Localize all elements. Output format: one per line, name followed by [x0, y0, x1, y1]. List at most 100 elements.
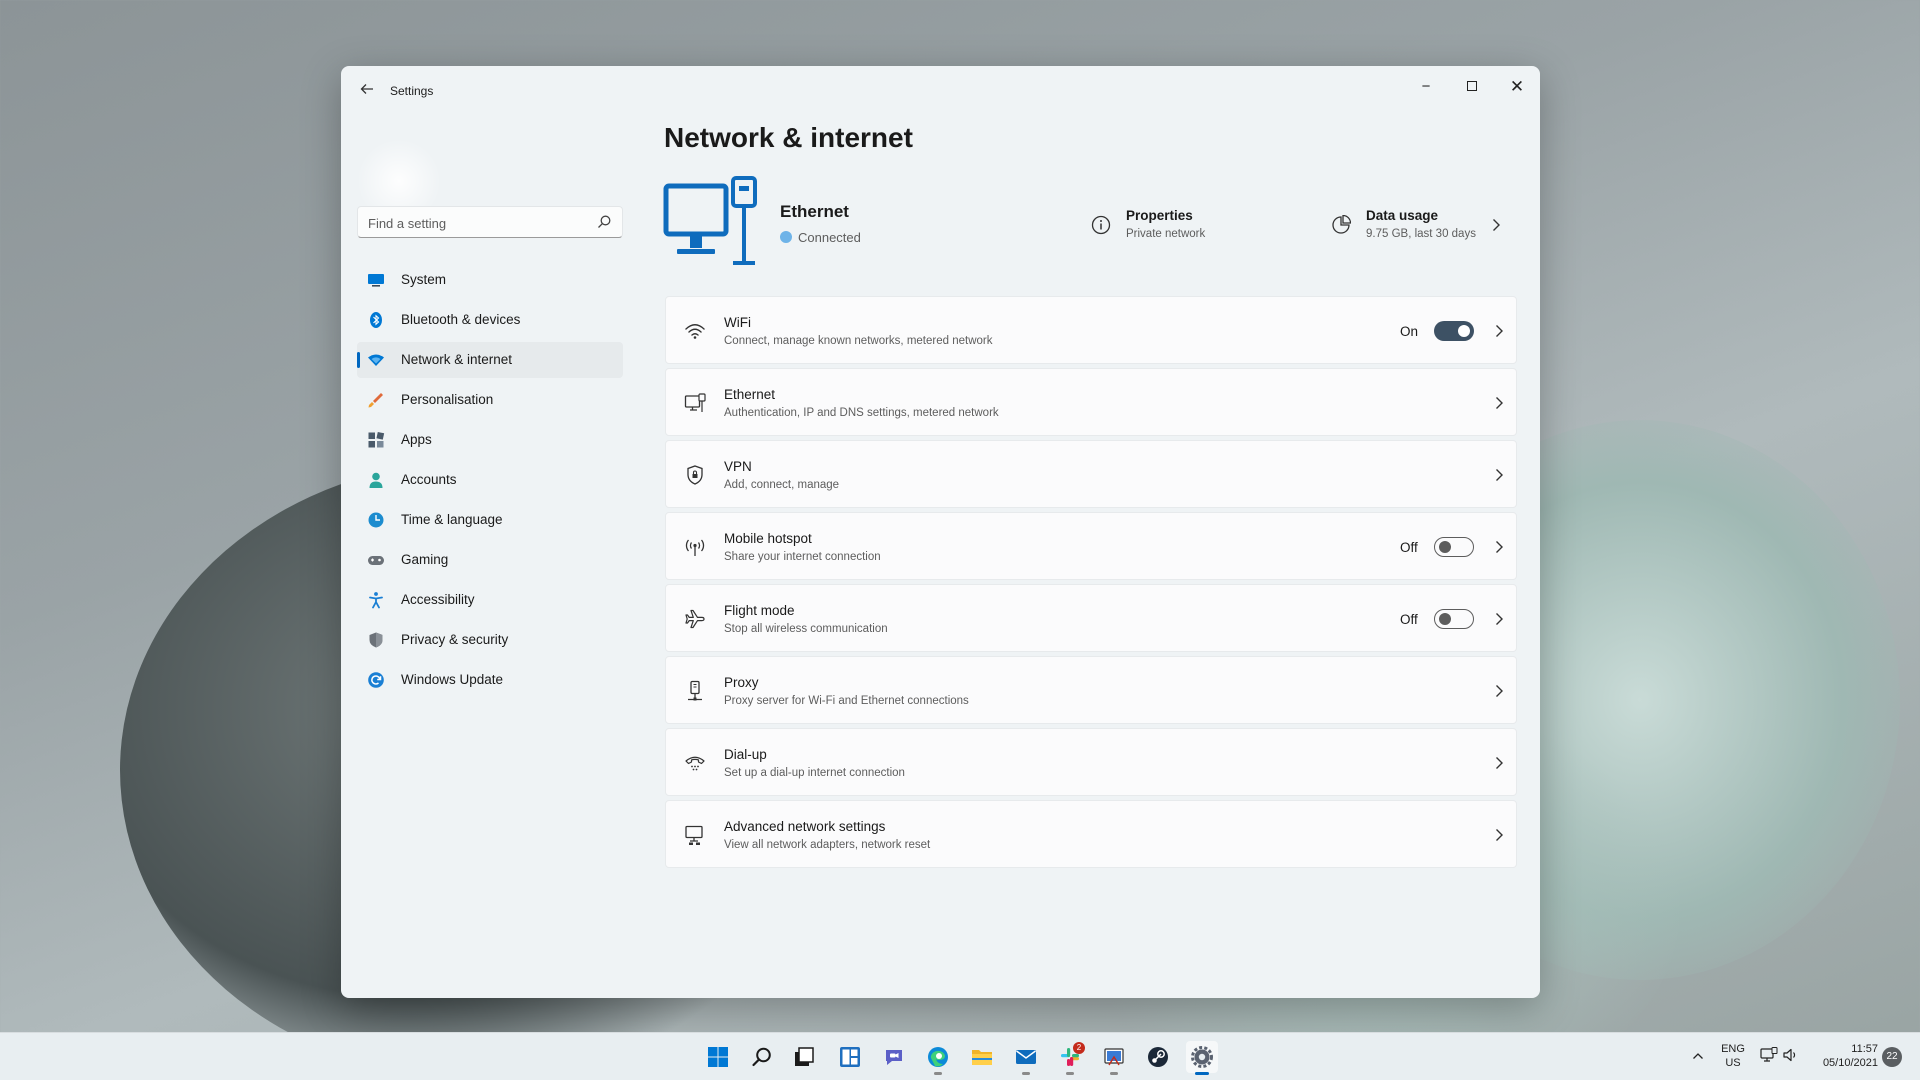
connection-status: Connected	[780, 230, 861, 245]
selection-indicator	[357, 352, 360, 368]
wifi-icon	[685, 324, 705, 339]
search-field[interactable]	[357, 206, 623, 238]
taskbar-task-view[interactable]	[788, 1041, 820, 1073]
globe-icon	[780, 231, 792, 243]
gamepad-icon	[368, 556, 384, 565]
input-language[interactable]: ENG US	[1718, 1042, 1748, 1070]
data-usage-title: Data usage	[1366, 208, 1439, 223]
wifi-card[interactable]: WiFi Connect, manage known networks, met…	[665, 296, 1517, 364]
card-title: WiFi	[724, 315, 751, 330]
chevron-right-icon	[1496, 613, 1503, 625]
sidebar-item-time-language[interactable]: Time & language	[357, 502, 623, 538]
flight-mode-toggle[interactable]	[1434, 609, 1474, 629]
sidebar-item-personalisation[interactable]: Personalisation	[357, 382, 623, 418]
chevron-right-icon	[1496, 829, 1503, 841]
sidebar-item-system[interactable]: System	[357, 262, 623, 298]
network-tray-icon[interactable]	[1760, 1046, 1778, 1064]
settings-icon	[1191, 1046, 1213, 1068]
taskbar-settings[interactable]	[1186, 1041, 1218, 1075]
taskbar-slack[interactable]: 2	[1054, 1041, 1086, 1075]
close-icon: ✕	[1509, 77, 1525, 96]
properties-subtitle: Private network	[1126, 228, 1206, 240]
app-title: Settings	[390, 84, 434, 98]
mobile-hotspot-toggle[interactable]	[1434, 537, 1474, 557]
chevron-right-icon	[1496, 685, 1503, 697]
card-subtitle: Authentication, IP and DNS settings, met…	[724, 407, 999, 419]
properties-link[interactable]: Properties Private network	[1091, 206, 1251, 246]
chevron-right-icon	[1496, 757, 1503, 769]
taskbar-teams-chat[interactable]	[878, 1041, 910, 1073]
chevron-right-icon	[1493, 219, 1500, 231]
ethernet-card[interactable]: Ethernet Authentication, IP and DNS sett…	[665, 368, 1517, 436]
bluetooth-icon	[370, 312, 382, 328]
airplane-icon	[685, 609, 705, 629]
sidebar-item-accounts[interactable]: Accounts	[357, 462, 623, 498]
sidebar-item-apps[interactable]: Apps	[357, 422, 623, 458]
taskbar-snipping-tool[interactable]	[1098, 1041, 1130, 1075]
flight-mode-card[interactable]: Flight mode Stop all wireless communicat…	[665, 584, 1517, 652]
notification-badge: 2	[1073, 1042, 1085, 1054]
card-subtitle: Set up a dial-up internet connection	[724, 767, 905, 779]
chevron-right-icon	[1496, 397, 1503, 409]
sidebar-item-label: Privacy & security	[401, 632, 509, 647]
sidebar-item-label: Bluetooth & devices	[401, 312, 521, 327]
clock[interactable]: 11:57 05/10/2021	[1812, 1042, 1878, 1070]
brush-icon	[368, 393, 383, 408]
card-title: VPN	[724, 459, 752, 474]
mobile-hotspot-card[interactable]: Mobile hotspot Share your internet conne…	[665, 512, 1517, 580]
sidebar-item-windows-update[interactable]: Windows Update	[357, 662, 623, 698]
card-subtitle: View all network adapters, network reset	[724, 839, 931, 851]
sidebar-item-accessibility[interactable]: Accessibility	[357, 582, 623, 618]
vpn-card[interactable]: VPN Add, connect, manage	[665, 440, 1517, 508]
settings-window: Settings − ✕ System Bluetooth & devices …	[341, 66, 1540, 998]
taskbar-widgets[interactable]	[834, 1041, 866, 1073]
hotspot-icon	[685, 539, 705, 556]
active-indicator	[1195, 1072, 1209, 1075]
properties-title: Properties	[1126, 208, 1193, 223]
running-indicator	[1110, 1072, 1118, 1075]
monitor-icon	[368, 274, 384, 287]
minimize-button[interactable]: −	[1407, 74, 1445, 100]
back-button[interactable]	[355, 78, 379, 100]
proxy-card[interactable]: Proxy Proxy server for Wi-Fi and Etherne…	[665, 656, 1517, 724]
search-input[interactable]	[368, 213, 578, 233]
data-usage-icon	[1332, 215, 1351, 234]
taskbar-steam[interactable]	[1142, 1041, 1174, 1073]
page-title: Network & internet	[664, 122, 913, 153]
close-button[interactable]: ✕	[1498, 74, 1536, 100]
sidebar-item-network[interactable]: Network & internet	[357, 342, 623, 378]
running-indicator	[1066, 1072, 1074, 1075]
search-icon	[752, 1047, 771, 1067]
taskbar-start[interactable]	[702, 1041, 734, 1073]
card-subtitle: Stop all wireless communication	[724, 623, 888, 635]
dial-up-card[interactable]: Dial-up Set up a dial-up internet connec…	[665, 728, 1517, 796]
task-view-icon	[795, 1047, 814, 1066]
card-subtitle: Share your internet connection	[724, 551, 881, 563]
taskbar-mail[interactable]	[1010, 1041, 1042, 1075]
running-indicator	[1022, 1072, 1030, 1075]
show-hidden-icons-button[interactable]	[1688, 1045, 1708, 1067]
sidebar-item-label: Gaming	[401, 552, 449, 567]
data-usage-link[interactable]: Data usage 9.75 GB, last 30 days	[1331, 206, 1511, 246]
settings-list: WiFi Connect, manage known networks, met…	[665, 296, 1517, 872]
wifi-toggle[interactable]	[1434, 321, 1474, 341]
sidebar-item-label: Accounts	[401, 472, 457, 487]
sidebar-item-bluetooth[interactable]: Bluetooth & devices	[357, 302, 623, 338]
widgets-icon	[840, 1047, 860, 1067]
sidebar-item-label: System	[401, 272, 447, 287]
notification-center-badge[interactable]: 22	[1882, 1047, 1902, 1067]
maximize-button[interactable]	[1453, 74, 1491, 100]
back-arrow-icon	[360, 84, 373, 94]
sidebar-item-gaming[interactable]: Gaming	[357, 542, 623, 578]
sidebar-item-privacy-security[interactable]: Privacy & security	[357, 622, 623, 658]
taskbar-file-explorer[interactable]	[966, 1041, 998, 1073]
search-icon[interactable]	[596, 214, 612, 230]
volume-icon[interactable]	[1782, 1046, 1800, 1064]
running-indicator	[934, 1072, 942, 1075]
apps-icon	[368, 431, 385, 448]
sidebar-item-label: Accessibility	[401, 592, 475, 607]
advanced-network-settings-card[interactable]: Advanced network settings View all netwo…	[665, 800, 1517, 868]
taskbar-edge[interactable]	[922, 1041, 954, 1075]
taskbar-search[interactable]	[746, 1041, 778, 1073]
language-code: ENG	[1721, 1043, 1745, 1055]
